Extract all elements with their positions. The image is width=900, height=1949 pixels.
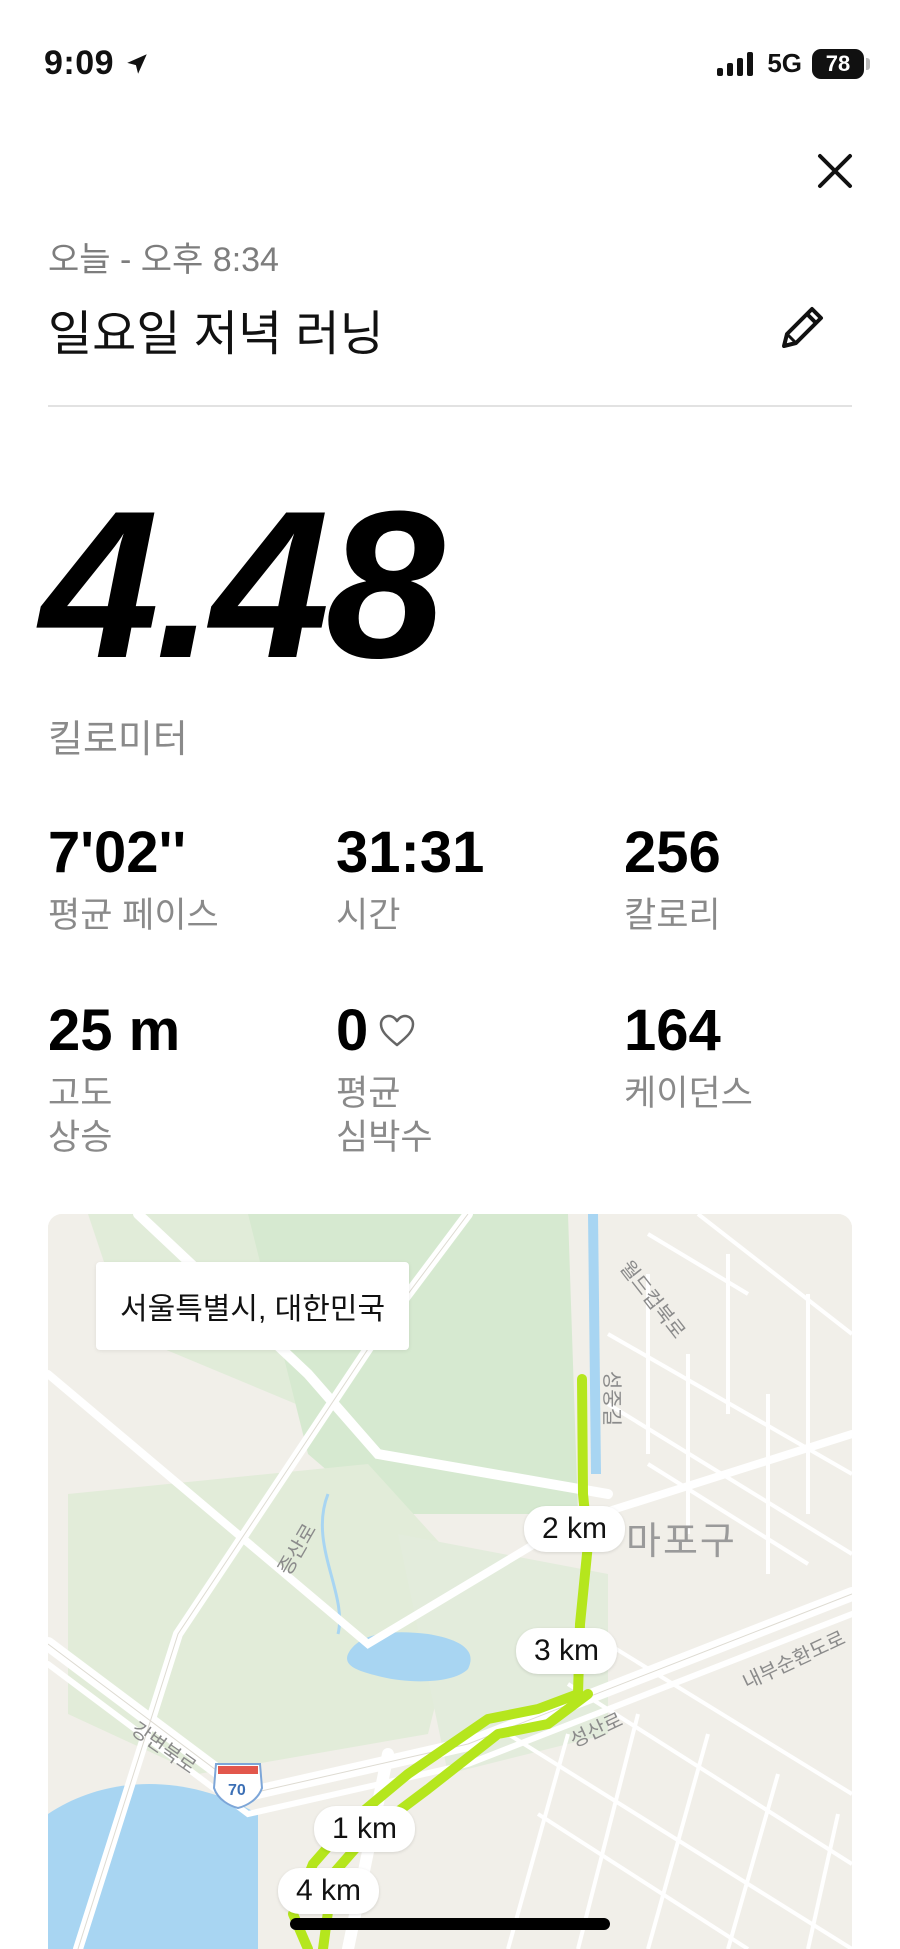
heart-icon xyxy=(380,1014,415,1047)
close-button[interactable] xyxy=(812,148,858,194)
status-indicators: 5G 78 xyxy=(717,48,870,79)
run-date: 오늘 - 오후 8:34 xyxy=(48,241,279,279)
stat-value-row: 0 xyxy=(336,1002,433,1060)
run-title: 일요일 저녁 러닝 xyxy=(48,308,384,361)
stat-cadence: 164 케이던스 xyxy=(624,1002,753,1116)
network-type: 5G xyxy=(767,48,802,78)
heart-rate-value: 0 xyxy=(336,998,369,1063)
highway-number: 70 xyxy=(228,1782,246,1799)
km-marker-1: 1 km xyxy=(314,1806,416,1852)
pencil-icon xyxy=(782,307,823,348)
stat-label: 칼로리 xyxy=(624,896,721,935)
distance-value: 4.48 xyxy=(40,467,445,702)
km-marker-4: 4 km xyxy=(278,1868,380,1914)
stat-label: 시간 xyxy=(336,896,401,935)
stat-value: 256 xyxy=(624,820,721,885)
stat-value: 31:31 xyxy=(336,820,485,885)
stat-calories: 256 칼로리 xyxy=(624,824,721,938)
battery-icon: 78 xyxy=(812,48,870,79)
stat-label: 평균 페이스 xyxy=(48,896,219,935)
battery-level: 78 xyxy=(812,48,864,79)
distance-unit: 킬로미터 xyxy=(48,719,188,761)
edit-button[interactable] xyxy=(772,300,830,358)
stat-label: 평균 심박수 xyxy=(336,1074,433,1157)
road-label-seongjung: 성중길 xyxy=(600,1370,623,1427)
status-time: 9:09 xyxy=(44,44,150,83)
stat-avg-pace: 7'02'' 평균 페이스 xyxy=(48,824,219,938)
close-icon xyxy=(818,154,852,188)
stat-value: 25 m xyxy=(48,998,181,1063)
stat-label: 고도 상승 xyxy=(48,1074,113,1157)
stat-label: 케이던스 xyxy=(624,1074,753,1113)
stat-value: 7'02'' xyxy=(48,820,187,885)
divider xyxy=(48,405,852,407)
km-marker-3: 3 km xyxy=(516,1628,618,1674)
location-chip: 서울특별시, 대한민국 xyxy=(96,1262,410,1350)
stat-time: 31:31 시간 xyxy=(336,824,484,938)
home-indicator[interactable] xyxy=(290,1918,610,1930)
stat-value: 164 xyxy=(624,998,721,1063)
stat-heart-rate: 0 평균 심박수 xyxy=(336,1002,433,1160)
km-marker-2: 2 km xyxy=(524,1506,626,1552)
clock: 9:09 xyxy=(44,44,115,82)
status-bar: 9:09 5G 78 xyxy=(0,0,900,130)
signal-icon xyxy=(717,51,754,76)
route-map[interactable]: 서울특별시, 대한민국 마포구 월드컵북로 성중길 증산로 내부순환도로 성산로… xyxy=(48,1214,852,1949)
stat-elevation: 25 m 고도 상승 xyxy=(48,1002,180,1160)
district-label: 마포구 xyxy=(626,1521,737,1563)
location-arrow-icon xyxy=(127,53,147,74)
